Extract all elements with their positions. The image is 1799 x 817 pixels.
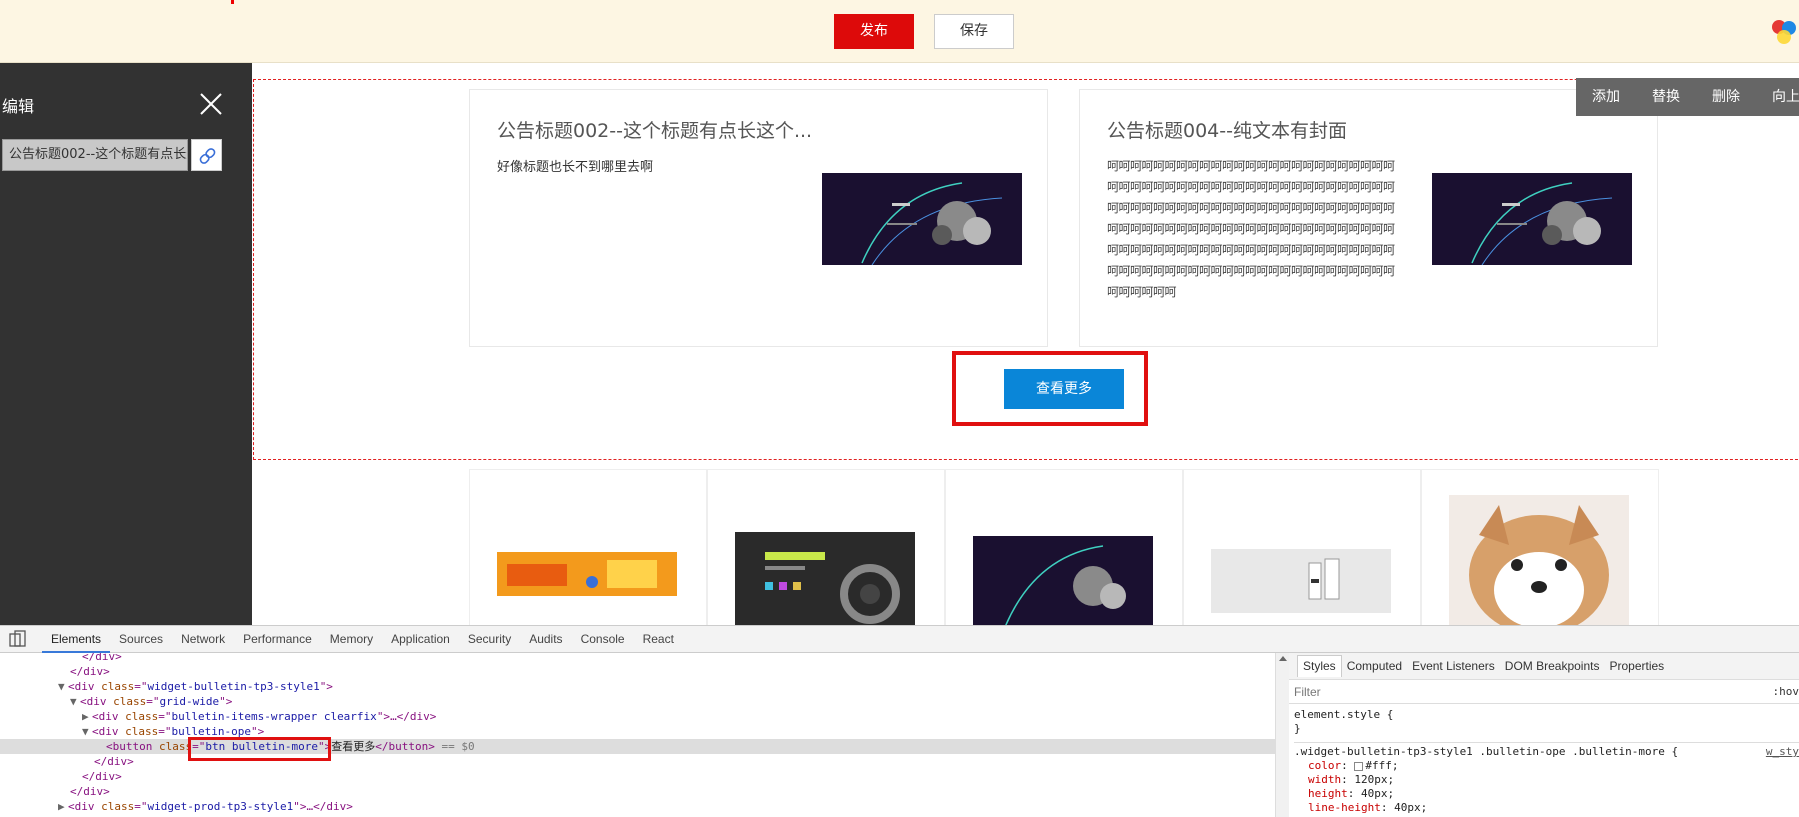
dom-node[interactable]: ▶ <div class="widget-prod-tp3-style1">…</… (58, 799, 353, 814)
bulletin-card[interactable]: 公告标题004--纯文本有封面 呵呵呵呵呵呵呵呵呵呵呵呵呵呵呵呵呵呵呵呵呵呵呵呵… (1079, 89, 1658, 347)
close-icon[interactable] (198, 91, 224, 117)
product-image (1211, 549, 1391, 613)
tab-console[interactable]: Console (572, 626, 634, 653)
dom-node[interactable]: </div> (70, 664, 110, 679)
scroll-up-icon[interactable] (1279, 656, 1287, 661)
styles-tabs: Styles Computed Event Listeners DOM Brea… (1289, 653, 1799, 680)
product-item[interactable] (945, 470, 1183, 625)
style-property[interactable]: line-height: 40px; (1294, 801, 1799, 815)
tab-elements[interactable]: Elements (42, 626, 111, 653)
edit-panel: 编辑 公告标题002--这个标题有点长这个... (0, 63, 252, 625)
device-toolbar-icon[interactable] (6, 626, 32, 652)
bulletin-cover-image (1432, 173, 1632, 265)
dom-node[interactable]: </div> (70, 784, 110, 799)
save-button[interactable]: 保存 (934, 14, 1014, 49)
tab-sources[interactable]: Sources (110, 626, 172, 653)
tab-application[interactable]: Application (382, 626, 459, 653)
dom-node[interactable]: </div> (82, 653, 122, 664)
bulletin-title: 公告标题002--这个标题有点长这个... (497, 120, 813, 142)
tab-audits[interactable]: Audits (520, 626, 571, 653)
bulletin-title: 公告标题004--纯文本有封面 (1107, 120, 1347, 142)
highlight-box (188, 737, 331, 761)
tab-properties[interactable]: Properties (1604, 653, 1669, 680)
tab-network[interactable]: Network (172, 626, 234, 653)
product-item[interactable] (1183, 470, 1421, 625)
move-up-button[interactable]: 向上 (1756, 78, 1799, 116)
product-item[interactable] (707, 470, 945, 625)
bulletin-cover-image (822, 173, 1022, 265)
tab-react[interactable]: React (634, 626, 683, 653)
style-property[interactable]: height: 40px; (1294, 787, 1799, 801)
product-image (1449, 495, 1629, 625)
expanded-triangle-icon[interactable]: ▼ (58, 679, 68, 694)
dom-node[interactable]: ▼ <div class="grid-wide"> (70, 694, 232, 709)
dom-node[interactable]: </div> (94, 754, 134, 769)
bulletin-summary: 好像标题也长不到哪里去啊 (497, 160, 654, 175)
view-more-button[interactable]: 查看更多 (1004, 369, 1124, 409)
edit-panel-title: 编辑 (2, 97, 35, 116)
add-button[interactable]: 添加 (1576, 78, 1636, 116)
bulletin-summary: 呵呵呵呵呵呵呵呵呵呵呵呵呵呵呵呵呵呵呵呵呵呵呵呵呵呵呵呵呵呵呵呵呵呵呵呵呵呵呵呵… (1107, 159, 1395, 299)
top-toolbar: 发布 保存 (0, 0, 1799, 63)
product-image (497, 552, 677, 596)
link-button[interactable] (191, 139, 222, 171)
tab-event-listeners[interactable]: Event Listeners (1407, 653, 1500, 680)
product-item[interactable] (1421, 470, 1659, 625)
dom-node[interactable]: ▶ <div class="bulletin-items-wrapper clea… (82, 709, 436, 724)
dom-tree[interactable]: </div> </div> ▼ <div class="widget-bullet… (0, 653, 1275, 817)
tab-security[interactable]: Security (459, 626, 520, 653)
replace-button[interactable]: 替换 (1636, 78, 1696, 116)
delete-button[interactable]: 删除 (1696, 78, 1756, 116)
color-logo-icon[interactable] (1770, 18, 1798, 46)
expanded-triangle-icon[interactable]: ▼ (82, 724, 92, 739)
publish-button[interactable]: 发布 (834, 14, 914, 49)
title-input[interactable]: 公告标题002--这个标题有点长这个... (2, 139, 188, 171)
style-property[interactable]: color: #fff; (1294, 759, 1799, 773)
dom-scrollbar[interactable] (1275, 653, 1289, 817)
tab-styles[interactable]: Styles (1297, 655, 1342, 677)
widget-toolbar: 添加 替换 删除 向上 (1576, 78, 1799, 116)
link-icon (199, 148, 216, 164)
rule-selector: .widget-bulletin-tp3-style1 .bulletin-op… (1294, 742, 1799, 759)
expanded-triangle-icon[interactable]: ▼ (70, 694, 80, 709)
collapsed-triangle-icon[interactable]: ▶ (82, 709, 92, 724)
tab-dom-breakpoints[interactable]: DOM Breakpoints (1500, 653, 1605, 680)
hover-state-toggle[interactable]: :hov (1773, 680, 1799, 704)
bulletin-card[interactable]: 公告标题002--这个标题有点长这个... 好像标题也长不到哪里去啊 (469, 89, 1048, 347)
style-rules: element.style { } .widget-bulletin-tp3-s… (1289, 708, 1799, 815)
tab-computed[interactable]: Computed (1342, 653, 1407, 680)
rule-close-brace: } (1294, 722, 1301, 735)
devtools-tabs: Elements Sources Network Performance Mem… (0, 626, 1799, 653)
tab-performance[interactable]: Performance (234, 626, 321, 653)
dom-node[interactable]: ▼ <div class="widget-bulletin-tp3-style1"… (58, 679, 333, 694)
rule-source-link[interactable]: w_sty (1766, 745, 1799, 759)
style-property[interactable]: width: 120px; (1294, 773, 1799, 787)
devtools-panel: Elements Sources Network Performance Mem… (0, 625, 1799, 817)
editor-canvas: 公告标题002--这个标题有点长这个... 好像标题也长不到哪里去啊 公告标题0… (252, 63, 1799, 625)
styles-pane: Styles Computed Event Listeners DOM Brea… (1289, 653, 1799, 817)
product-item[interactable] (469, 470, 707, 625)
product-image (973, 536, 1153, 625)
red-mark (231, 0, 234, 4)
styles-filter-input[interactable]: Filter :hov (1289, 680, 1799, 704)
element-style-selector: element.style { (1294, 708, 1394, 721)
color-swatch-icon[interactable] (1354, 761, 1364, 771)
dom-node[interactable]: </div> (82, 769, 122, 784)
product-row (469, 469, 1659, 625)
tab-memory[interactable]: Memory (321, 626, 382, 653)
collapsed-triangle-icon[interactable]: ▶ (58, 799, 68, 814)
product-image (735, 532, 915, 625)
